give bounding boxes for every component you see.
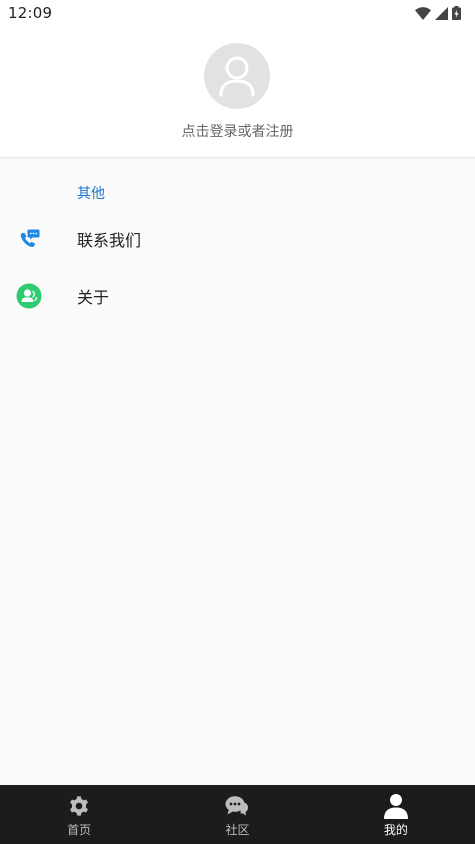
menu-item-about[interactable]: 关于 (0, 269, 475, 323)
tab-label: 我的 (383, 823, 408, 837)
status-icons (415, 6, 461, 20)
tab-mine[interactable]: 我的 (317, 785, 475, 844)
status-time: 12:09 (8, 4, 53, 22)
menu-item-label: 关于 (77, 288, 110, 307)
status-bar: 12:09 (0, 0, 475, 26)
battery-icon (452, 6, 461, 20)
chat-bubble-icon (224, 793, 250, 819)
tab-community[interactable]: 社区 (158, 785, 316, 844)
wifi-icon (415, 6, 431, 20)
person-circle-icon (16, 283, 42, 309)
tab-label: 首页 (67, 823, 92, 837)
mine-screen: 12:09 点击登录或者注册 其他 联系我们 关于 首页 社区 我的 (0, 0, 475, 844)
profile-header: 点击登录或者注册 (0, 26, 475, 158)
person-outline-icon (219, 56, 255, 97)
menu-item-label: 联系我们 (77, 231, 142, 250)
signal-icon (435, 6, 448, 20)
section-title-other: 其他 (77, 186, 105, 202)
person-icon (383, 793, 409, 819)
menu-item-contact-us[interactable]: 联系我们 (0, 212, 475, 266)
phone-chat-icon (16, 226, 42, 252)
tab-home[interactable]: 首页 (0, 785, 158, 844)
avatar[interactable] (204, 43, 270, 109)
tab-label: 社区 (225, 823, 250, 837)
login-register-link[interactable]: 点击登录或者注册 (0, 121, 475, 141)
gear-icon (66, 793, 92, 819)
bottom-nav: 首页 社区 我的 (0, 785, 475, 844)
